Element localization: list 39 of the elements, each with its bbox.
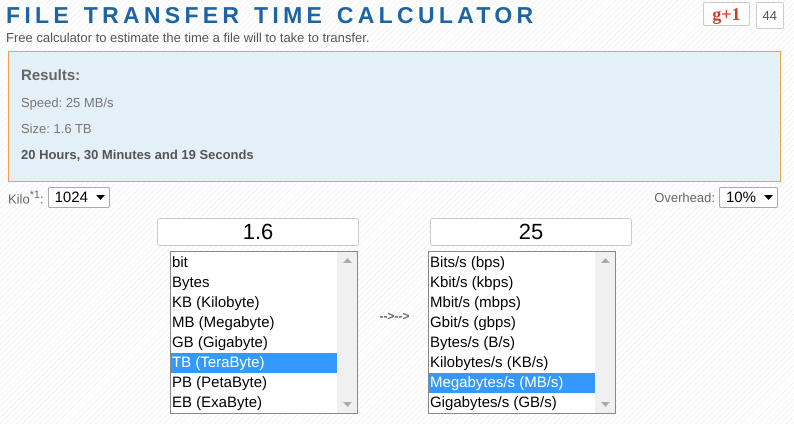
unit-option[interactable]: Gigabytes/s (GB/s) — [429, 393, 595, 413]
scroll-up-icon[interactable] — [600, 258, 610, 263]
caret-icon — [96, 195, 105, 200]
unit-option[interactable]: Mbit/s (mbps) — [429, 293, 595, 313]
conversion-arrow: -->--> — [380, 309, 410, 323]
speed-result: Speed: 25 MB/s — [21, 94, 114, 112]
scroll-down-icon[interactable] — [342, 402, 352, 407]
results-heading: Results: — [21, 66, 82, 86]
unit-list[interactable]: Bits/s (bps) Kbit/s (kbps) Mbit/s (mbps) Gbit/s (gbps) Bytes/s (B/s) Kilobytes/s (KB/s) Megabytes/s (MB/s) Gigabytes/s (GB/s) — [428, 251, 616, 414]
scrollbar[interactable] — [595, 252, 615, 413]
caret-icon — [764, 195, 773, 200]
unit-option[interactable]: Bytes — [171, 273, 337, 293]
scroll-down-icon[interactable] — [600, 402, 610, 407]
size-result: Size: 1.6 TB — [21, 120, 93, 138]
unit-option[interactable]: Bits/s (bps) — [429, 253, 595, 273]
kilo-dropdown[interactable]: 1024 — [48, 187, 110, 208]
unit-option[interactable]: Kbit/s (kbps) — [429, 273, 595, 293]
duration-result: 20 Hours, 30 Minutes and 19 Seconds — [21, 146, 255, 164]
kilo-label: Kilo$^{*1}$: — [8, 188, 44, 206]
unit-option[interactable]: Gbit/s (gbps) — [429, 313, 595, 333]
unit-option[interactable]: Bytes/s (B/s) — [429, 333, 595, 353]
speed-input[interactable]: 25 — [430, 218, 632, 246]
size-input[interactable]: 1.6 — [157, 218, 359, 246]
unit-list[interactable]: bit Bytes KB (Kilobyte) MB (Megabyte) GB (Gigabyte) TB (TeraByte) PB (PetaByte) EB (ExaByte) — [170, 251, 358, 414]
overhead-label: Overhead: — [654, 190, 715, 205]
overhead-dropdown[interactable]: 10% — [718, 187, 778, 208]
unit-option[interactable]: PB (PetaByte) — [171, 373, 337, 393]
unit-option[interactable]: GB (Gigabyte) — [171, 333, 337, 353]
share-count: 44 — [756, 2, 784, 29]
unit-option[interactable]: EB (ExaByte) — [171, 393, 337, 413]
scroll-up-icon[interactable] — [342, 258, 352, 263]
unit-option[interactable]: MB (Megabyte) — [171, 313, 337, 333]
unit-option[interactable]: bit — [171, 253, 337, 273]
page-subtitle: Free calculator to estimate the time a file will to take to transfer. — [6, 30, 370, 45]
page-title: FILE TRANSFER TIME CALCULATOR — [6, 1, 538, 29]
unit-option[interactable]: Kilobytes/s (KB/s) — [429, 353, 595, 373]
unit-option[interactable]: KB (Kilobyte) — [171, 293, 337, 313]
share-button[interactable]: g+1 — [703, 2, 750, 26]
scrollbar[interactable] — [337, 252, 357, 413]
